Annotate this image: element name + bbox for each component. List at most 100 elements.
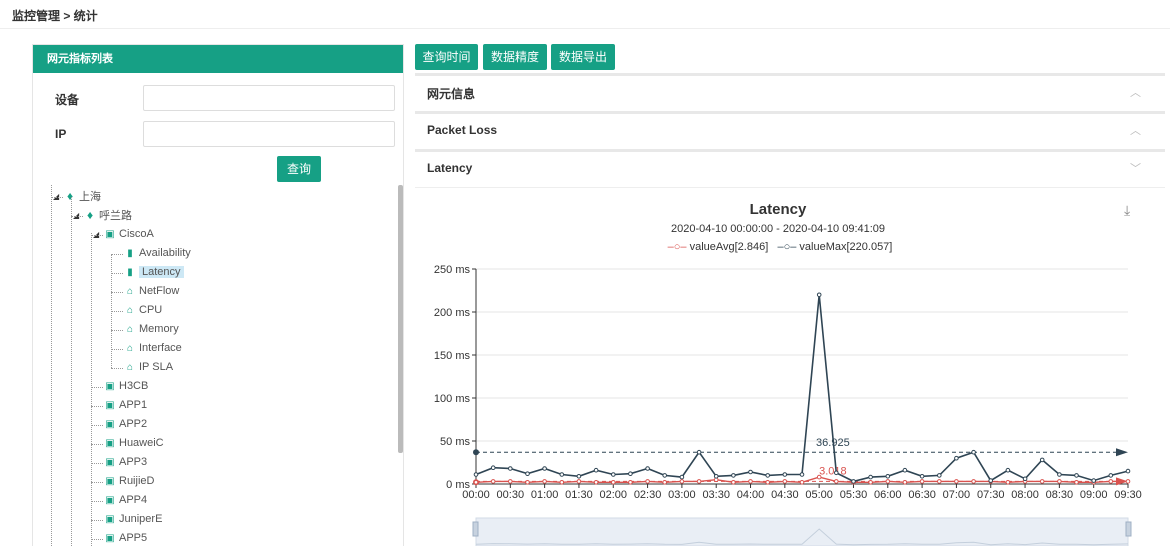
x-tick-label: 01:30 [565, 489, 593, 501]
tree-scrollbar[interactable] [398, 185, 403, 453]
tree-node[interactable]: ▣ APP2 [105, 415, 147, 434]
markline-label: 36.925 [816, 437, 850, 449]
tree-connector [51, 197, 63, 198]
data-point [559, 480, 565, 485]
ip-label: IP [55, 127, 67, 141]
device-icon: ▣ [105, 419, 115, 430]
accordion-ne-info[interactable]: 网元信息 ︿ [415, 73, 1165, 109]
x-tick-label: 03:00 [668, 489, 696, 501]
x-tick-label: 02:00 [599, 489, 627, 501]
chevron-up-icon[interactable]: ︿ [1130, 122, 1141, 138]
data-point [1074, 473, 1079, 478]
data-point [731, 480, 736, 485]
tree-node[interactable]: ▣ HuaweiC [105, 434, 163, 453]
data-point [971, 479, 976, 484]
tree-node[interactable]: ⌂ Interface [125, 339, 182, 358]
device-icon: ▣ [105, 381, 115, 392]
data-point [645, 466, 650, 471]
data-point [868, 474, 873, 480]
x-tick-label: 07:30 [977, 489, 1005, 501]
tree-node-label: CiscoA [119, 228, 154, 240]
data-export-button[interactable]: 数据导出 [551, 44, 615, 70]
data-point [662, 473, 667, 478]
chevron-down-icon[interactable]: ﹀ [1130, 160, 1141, 176]
chart-legend: –○– valueAvg[2.846] –○– valueMax[220.057… [650, 241, 910, 253]
tree-node-label: APP4 [119, 494, 148, 506]
tree-node[interactable]: ◢ ▣ CiscoA [93, 225, 154, 244]
tree-node[interactable]: ▣ APP4 [105, 491, 147, 510]
data-point [593, 480, 599, 485]
ip-row: IP [33, 121, 403, 147]
tree-node[interactable]: ⌂ CPU [125, 301, 162, 320]
data-point [919, 479, 925, 484]
data-point [508, 466, 513, 471]
zoom-handle-right [1125, 521, 1132, 537]
data-point [731, 473, 736, 478]
data-point [748, 469, 753, 475]
breadcrumb-divider [0, 28, 1170, 29]
legend-item-avg[interactable]: –○– valueAvg[2.846] [668, 241, 769, 253]
tree-node[interactable]: ◢ ♦ 呼兰路 [73, 206, 132, 225]
download-icon[interactable]: ⤓ [1124, 202, 1130, 219]
tree-connector [111, 330, 123, 331]
y-tick-label: 150 ms [434, 350, 471, 362]
legend-max-label: valueMax[220.057] [799, 241, 893, 253]
data-point [1108, 479, 1114, 484]
ip-input[interactable] [143, 121, 395, 147]
tree-node[interactable]: ▮ Latency [125, 263, 184, 282]
tree-node-label: Memory [139, 323, 179, 335]
data-point [1057, 472, 1062, 477]
data-point [954, 455, 959, 461]
tree-node-label: APP1 [119, 399, 148, 411]
data-point [1108, 473, 1114, 478]
device-icon: ▣ [105, 514, 115, 525]
x-tick-label: 08:30 [1046, 489, 1074, 501]
data-precision-button[interactable]: 数据精度 [483, 44, 547, 70]
tree-node-label: Availability [139, 247, 191, 259]
query-button[interactable]: 查询 [277, 156, 321, 182]
home-icon: ⌂ [126, 362, 134, 373]
data-point [937, 473, 942, 478]
tree-node-label: APP2 [119, 418, 148, 430]
tree-node[interactable]: ▣ JuniperE [105, 510, 162, 529]
tree-connector [111, 368, 123, 369]
device-input[interactable] [143, 85, 395, 111]
tree-node[interactable]: ▣ H3CB [105, 377, 148, 396]
tree-node[interactable]: ⌂ Memory [125, 320, 179, 339]
data-point [799, 480, 805, 485]
data-point [834, 470, 839, 476]
chevron-up-icon[interactable]: ︿ [1130, 84, 1141, 100]
tree-node-label: Interface [139, 342, 182, 354]
tree-connector [91, 520, 103, 521]
accordion-ne-info-title: 网元信息 [427, 87, 476, 101]
tree-connector [91, 387, 103, 388]
data-point [628, 471, 633, 476]
data-point [1091, 478, 1097, 483]
tree-node[interactable]: ▣ APP3 [105, 453, 147, 472]
data-point [696, 479, 702, 484]
data-point [628, 480, 633, 485]
legend-max-symbol: –○– [777, 241, 797, 253]
data-point [679, 479, 685, 484]
tree-node[interactable]: ▣ APP1 [105, 396, 147, 415]
accordion-packet-loss[interactable]: Packet Loss ︿ [415, 111, 1165, 147]
device-icon: ▣ [105, 533, 115, 544]
tree-node[interactable]: ▮ Availability [125, 244, 191, 263]
accordion-latency[interactable]: Latency ﹀ [415, 149, 1165, 185]
data-point [1005, 480, 1011, 485]
tree-connector [91, 425, 103, 426]
data-point [851, 479, 856, 484]
legend-item-max[interactable]: –○– valueMax[220.057] [777, 241, 892, 253]
accordion-latency-title: Latency [427, 161, 473, 175]
data-point [713, 474, 719, 479]
tree-node[interactable]: ▣ APP5 [105, 529, 147, 546]
element-metric-panel: 网元指标列表 设备 IP 查询 ◢ ♦ 上海 ◢ ♦ 呼兰路 ◢ ▣ CiscoA ▮ Availa… [32, 44, 404, 546]
data-point [782, 472, 788, 477]
tree-node[interactable]: ⌂ IP SLA [125, 358, 173, 377]
tree-connector [91, 539, 103, 540]
tree-node[interactable]: ▣ RuijieD [105, 472, 154, 491]
tree-node[interactable]: ⌂ NetFlow [125, 282, 179, 301]
x-tick-label: 02:30 [634, 489, 662, 501]
device-icon: ▣ [105, 457, 115, 468]
query-time-button[interactable]: 查询时间 [415, 44, 478, 70]
